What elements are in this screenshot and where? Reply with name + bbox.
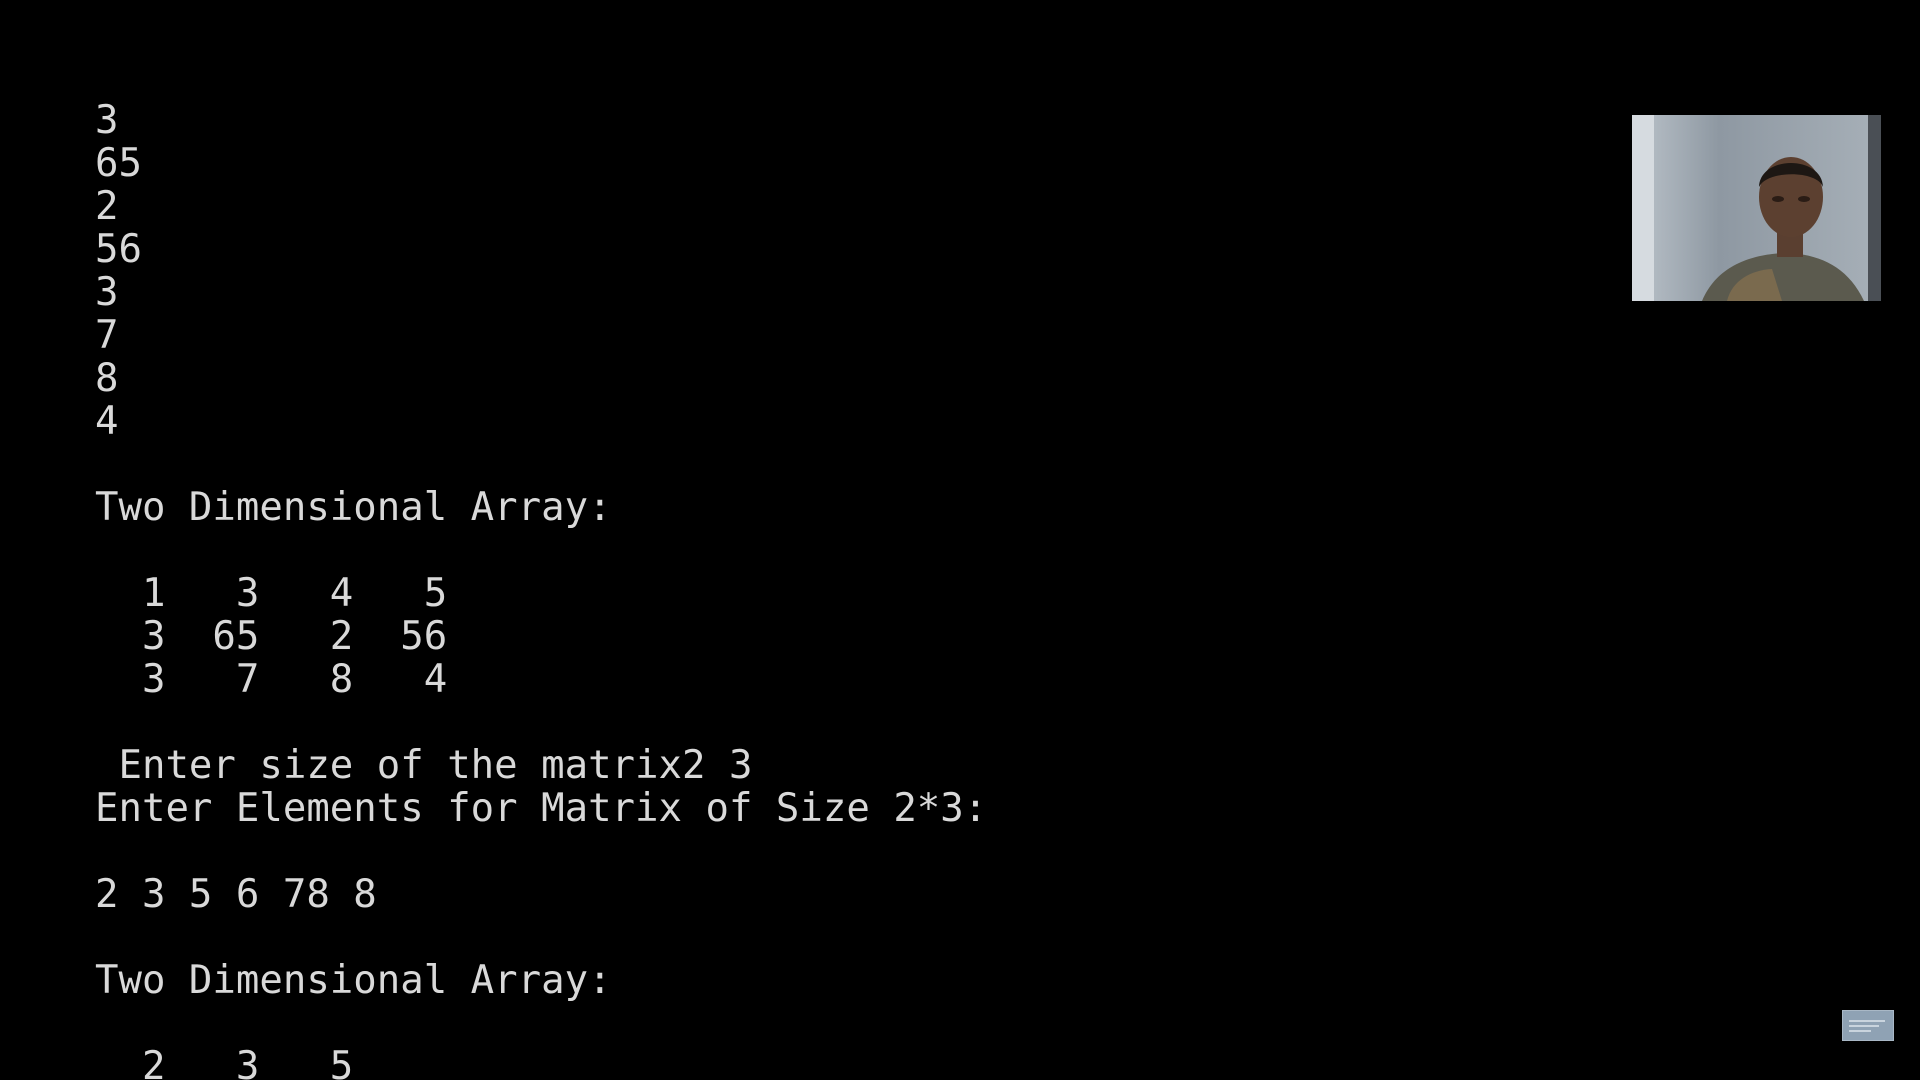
matrix-row: 3 7 8 4 [95, 657, 448, 702]
console-input: 2 3 5 6 78 8 [95, 872, 377, 917]
console-prompt: Enter size of the matrix2 3 [95, 743, 753, 788]
video-player-badge-icon [1842, 1010, 1894, 1041]
console-line: 65 [95, 141, 142, 186]
matrix-row: 2 3 5 [95, 1044, 354, 1080]
matrix-row: 1 3 4 5 [95, 571, 448, 616]
presenter-webcam-icon [1632, 115, 1881, 301]
console-line: 7 [95, 313, 119, 358]
console-line: 2 [95, 184, 119, 229]
console-line: 3 [95, 98, 119, 143]
console-line: 4 [95, 399, 119, 444]
console-line: 3 [95, 270, 119, 315]
console-line: 8 [95, 356, 119, 401]
console-prompt: Enter Elements for Matrix of Size 2*3: [95, 786, 988, 831]
console-heading: Two Dimensional Array: [95, 485, 612, 530]
console-line: 56 [95, 227, 142, 272]
matrix-row: 3 65 2 56 [95, 614, 448, 659]
console-heading: Two Dimensional Array: [95, 958, 612, 1003]
